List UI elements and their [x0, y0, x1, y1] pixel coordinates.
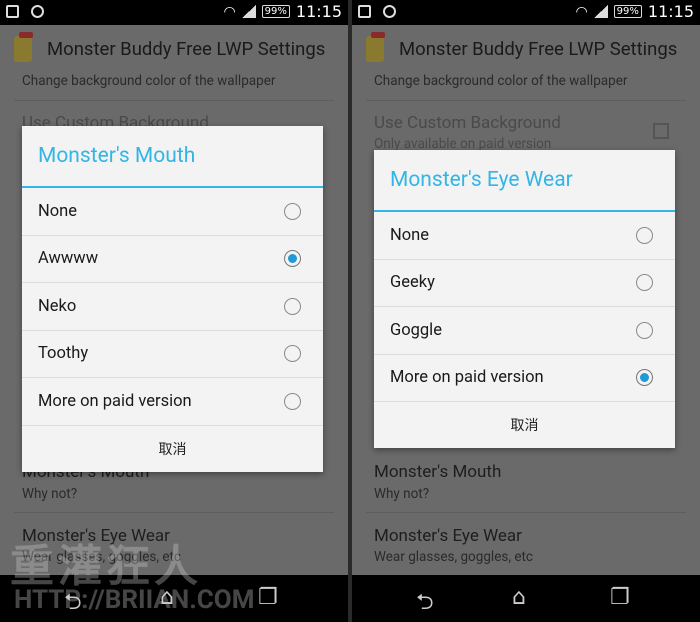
option-geeky[interactable]: Geeky [374, 260, 675, 307]
app-icon [366, 32, 385, 62]
status-bar: ◠ 99% 11:15 [0, 0, 348, 25]
cancel-button[interactable]: 取消 [374, 402, 675, 448]
option-label: None [38, 201, 78, 221]
option-awwww[interactable]: Awwww [22, 236, 323, 283]
divider [366, 512, 686, 513]
divider [14, 100, 334, 101]
option-toothy[interactable]: Toothy [22, 331, 323, 378]
divider [366, 100, 686, 101]
back-icon[interactable]: ⮌ [416, 585, 434, 622]
app-title: Monster Buddy Free LWP Settings [399, 38, 678, 60]
screen-right: ◠ 99% 11:15 Monster Buddy Free LWP Setting… [352, 0, 700, 622]
alarm-icon [383, 5, 396, 18]
battery-indicator: 99% [261, 5, 290, 18]
eyewear-dialog: Monster's Eye Wear None Geeky Goggle Mor… [374, 150, 675, 448]
option-more-paid[interactable]: More on paid version [22, 378, 323, 426]
radio-button-selected[interactable] [636, 369, 653, 387]
app-icon [14, 32, 33, 62]
home-icon[interactable]: ⌂ [512, 585, 526, 610]
option-label: Goggle [390, 320, 442, 340]
recent-apps-icon[interactable]: ❐ [258, 585, 278, 610]
option-label: More on paid version [38, 391, 192, 411]
option-label: None [390, 225, 430, 245]
clock: 11:15 [295, 2, 342, 21]
alarm-icon [31, 5, 44, 18]
app-title: Monster Buddy Free LWP Settings [47, 38, 326, 60]
radio-button[interactable] [284, 392, 301, 410]
option-more-paid[interactable]: More on paid version [374, 355, 675, 402]
battery-indicator: 99% [613, 5, 642, 18]
dialog-title: Monster's Eye Wear [374, 150, 675, 212]
radio-button[interactable] [284, 202, 301, 220]
radio-button[interactable] [284, 345, 301, 363]
image-icon [358, 5, 371, 18]
radio-button[interactable] [284, 297, 301, 315]
divider [14, 512, 334, 513]
bg-color-summary: Change background color of the wallpaper [22, 73, 276, 89]
bg-color-summary: Change background color of the wallpaper [374, 73, 628, 89]
option-label: Awwww [38, 249, 99, 269]
option-label: Geeky [390, 273, 435, 293]
option-label: More on paid version [390, 368, 544, 388]
custom-bg-title[interactable]: Use Custom Background [374, 113, 561, 133]
home-icon[interactable]: ⌂ [160, 585, 174, 610]
wifi-icon: ◠ [575, 3, 588, 20]
custom-bg-checkbox[interactable] [653, 123, 669, 139]
action-bar: Monster Buddy Free LWP Settings [352, 25, 700, 73]
radio-button[interactable] [636, 321, 653, 339]
option-neko[interactable]: Neko [22, 283, 323, 331]
wifi-icon: ◠ [223, 3, 236, 20]
mouth-setting[interactable]: Monster's Mouth [374, 462, 501, 482]
option-label: Toothy [38, 344, 89, 364]
clock: 11:15 [647, 2, 694, 21]
mouth-summary: Why not? [22, 486, 78, 502]
option-goggle[interactable]: Goggle [374, 307, 675, 355]
mouth-summary: Why not? [374, 486, 430, 502]
image-icon [6, 5, 19, 18]
eyewear-summary: Wear glasses, goggles, etc [374, 549, 533, 565]
nav-bar: ⮌ ⌂ ❐ [0, 575, 348, 622]
cancel-button[interactable]: 取消 [22, 426, 323, 472]
dialog-title: Monster's Mouth [22, 126, 323, 188]
status-bar: ◠ 99% 11:15 [352, 0, 700, 25]
nav-bar: ⮌ ⌂ ❐ [352, 575, 700, 622]
eyewear-setting[interactable]: Monster's Eye Wear [374, 526, 522, 546]
recent-apps-icon[interactable]: ❐ [610, 585, 630, 610]
screen-left: ◠ 99% 11:15 Monster Buddy Free LWP Setting… [0, 0, 348, 622]
eyewear-setting[interactable]: Monster's Eye Wear [22, 526, 170, 546]
back-icon[interactable]: ⮌ [64, 585, 82, 622]
radio-button[interactable] [636, 274, 653, 292]
radio-button-selected[interactable] [284, 250, 301, 268]
option-label: Neko [38, 296, 77, 316]
eyewear-summary: Wear glasses, goggles, etc [22, 549, 181, 565]
option-none[interactable]: None [374, 212, 675, 260]
mouth-dialog: Monster's Mouth None Awwww Neko Toothy M… [22, 126, 323, 472]
signal-icon [241, 5, 256, 18]
action-bar: Monster Buddy Free LWP Settings [0, 25, 348, 73]
signal-icon [593, 5, 608, 18]
radio-button[interactable] [636, 226, 653, 244]
option-none[interactable]: None [22, 188, 323, 236]
